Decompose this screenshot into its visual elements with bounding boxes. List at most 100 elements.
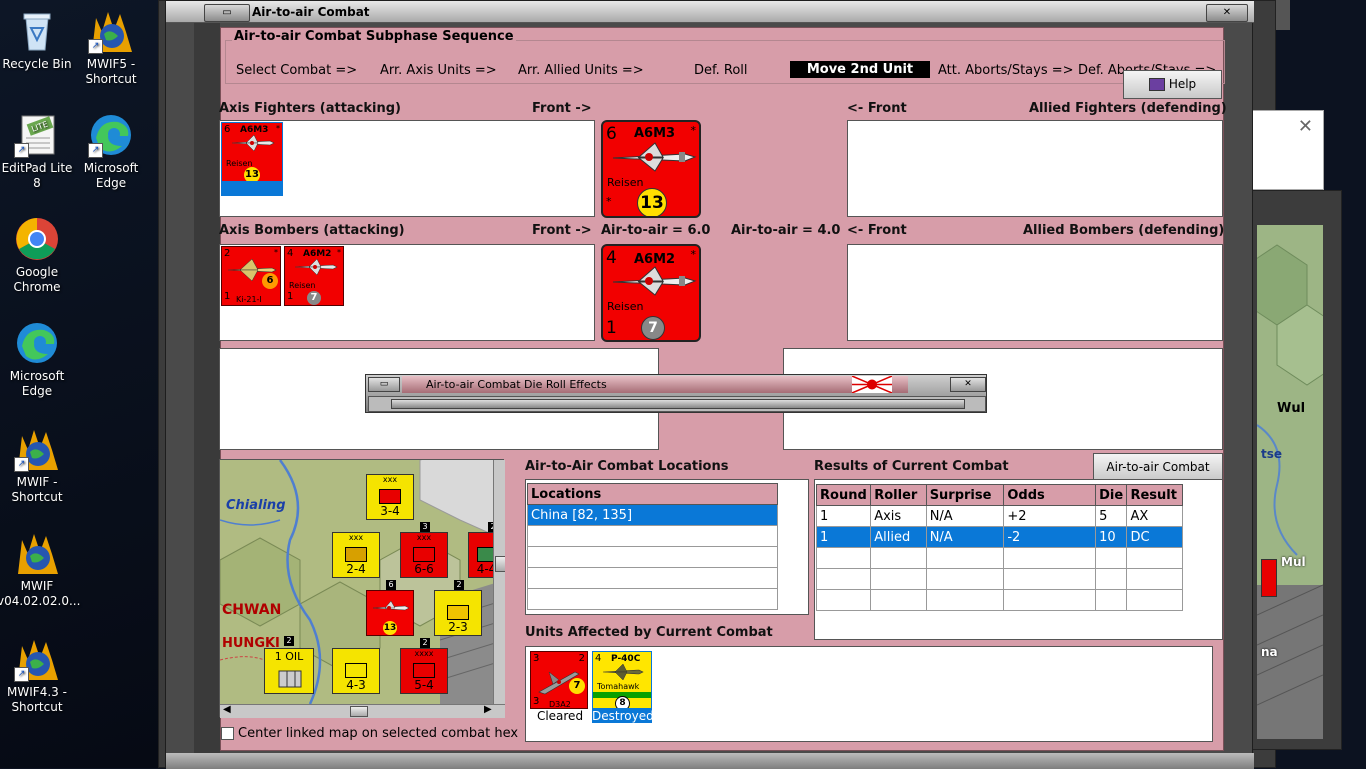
shortcut-arrow-icon: ↗ [14, 667, 29, 682]
scroll-left-icon[interactable]: ◀ [223, 704, 231, 715]
dialog-close-button[interactable]: ✕ [950, 377, 986, 392]
unit-symbol-icon [413, 547, 435, 562]
unit-symbol-icon [447, 605, 469, 620]
desktop-icon-mwif[interactable]: ↗ MWIF - Shortcut [0, 426, 77, 505]
unit-counter-a6m3-large[interactable]: 6 A6M3 * Reisen * 13 [601, 120, 701, 218]
axis-bombers-box[interactable]: 2 * 6 1 Ki-21-I 4 A6M2 * Reisen 1 7 [219, 244, 595, 341]
map-vertical-scrollbar[interactable] [493, 460, 505, 704]
air-to-air-combat-window: ▭ Air-to-air Combat ✕ Air-to-air Combat … [165, 0, 1254, 769]
close-icon[interactable]: ✕ [1298, 116, 1313, 137]
phase-arrange-axis: Arr. Axis Units => [380, 63, 497, 78]
allied-fighters-box[interactable] [847, 120, 1223, 217]
desktop-icon-edge-2[interactable]: Microsoft Edge [0, 320, 77, 399]
axis-air-to-air-value: Air-to-air = 6.0 [601, 223, 711, 238]
allied-bombers-label: Allied Bombers (defending) [1023, 223, 1225, 238]
desktop-icon-editpad[interactable]: LITE ↗ EditPad Lite 8 [0, 112, 77, 191]
desktop-icon-mwif43[interactable]: ↗ MWIF4.3 - Shortcut [0, 636, 77, 715]
background-map: Wul tse Mul na [1257, 225, 1323, 739]
affected-unit-p40c[interactable]: 4 P-40C Tomahawk 8 [592, 651, 652, 709]
desktop: Recycle Bin ↗ MWIF5 - Shortcut LITE ↗ Ed… [0, 0, 160, 768]
map-unit[interactable]: xxx 3-4 [366, 474, 414, 520]
desktop-icon-chrome[interactable]: Google Chrome [0, 216, 77, 295]
map-horizontal-scrollbar[interactable]: ◀ ▶ [220, 704, 505, 718]
map-vscroll-thumb[interactable] [495, 556, 505, 572]
desktop-icon-mwif5[interactable]: ↗ MWIF5 - Shortcut [71, 8, 151, 87]
unit-counter-a6m2-small[interactable]: 4 A6M2 * Reisen 1 7 [284, 246, 344, 306]
selected-unit-highlight [221, 182, 283, 196]
allied-fighters-label: Allied Fighters (defending) [1029, 101, 1227, 116]
window-titlebar[interactable]: ▭ Air-to-air Combat ✕ [166, 1, 1254, 23]
results-table: Round Roller Surprise Odds Die Result 1A… [815, 484, 1183, 611]
window-title: Air-to-air Combat [252, 5, 370, 19]
desktop-icon-mwif-v040202[interactable]: MWIF v04.02.02.0... [0, 530, 80, 609]
center-map-checkbox-label[interactable]: Center linked map on selected combat hex [238, 726, 518, 741]
location-row[interactable]: China [82, 135] [527, 504, 778, 526]
table-row[interactable]: 1 Axis N/A +2 5 AX [815, 505, 1183, 527]
results-table-panel[interactable]: Round Roller Surprise Odds Die Result 1A… [814, 479, 1223, 640]
affected-unit-d3a2[interactable]: 3 2 7 3 D3A2 [530, 651, 588, 709]
fighter-plane-icon [602, 664, 644, 680]
map-hscroll-thumb[interactable] [350, 706, 368, 717]
allied-air-to-air-value: Air-to-air = 4.0 [731, 223, 841, 238]
fighter-plane-icon [294, 259, 338, 275]
unit-counter-a6m2-large[interactable]: 4 A6M2 * Reisen 1 7 [601, 244, 701, 342]
locations-title: Air-to-Air Combat Locations [525, 459, 729, 474]
results-col-odds: Odds [1003, 484, 1097, 506]
map-unit[interactable]: xxx 6-6 [400, 532, 448, 578]
linked-map[interactable]: Chialing CHWAN HUNGKI xxx 3-4 xxx 2-4 xx… [220, 460, 505, 704]
window-close-button[interactable]: ✕ [1206, 4, 1248, 22]
map-unit[interactable]: xxxx 5-4 [400, 648, 448, 694]
scroll-right-icon[interactable]: ▶ [484, 704, 492, 715]
dialog-titlebar[interactable]: Air-to-air Combat Die Roll Effects [402, 376, 908, 393]
phase-att-aborts: Att. Aborts/Stays => [938, 63, 1074, 78]
dialog-menu-button[interactable]: ▭ [368, 377, 400, 392]
unit-status-cleared: Cleared [536, 709, 584, 723]
map-unit[interactable]: 4-3 [332, 648, 380, 694]
axis-bombers-front-label: Front -> [532, 223, 592, 238]
dialog-scroll-thumb[interactable] [391, 399, 965, 409]
locations-list[interactable]: Locations China [82, 135] [525, 479, 809, 615]
units-affected-box[interactable]: 3 2 7 3 D3A2 Cleared 4 P-40C Tomahawk 8 … [525, 646, 1213, 742]
table-row[interactable]: 1 Allied N/A -2 10 DC [815, 526, 1183, 548]
results-title: Results of Current Combat [814, 459, 1009, 474]
map-combat-counter[interactable]: 13 [366, 590, 414, 636]
window-menu-button[interactable]: ▭ [204, 4, 250, 22]
allied-bombers-box[interactable] [847, 244, 1223, 341]
axis-fighters-box[interactable]: 6 A6M3 * Reisen 13 [219, 120, 595, 217]
desktop-icon-edge[interactable]: ↗ Microsoft Edge [71, 112, 151, 191]
location-row[interactable] [527, 588, 778, 610]
results-col-surprise: Surprise [925, 484, 1005, 506]
mwif-globe-icon: ↗ [88, 8, 134, 54]
location-row[interactable] [527, 525, 778, 547]
table-row[interactable] [815, 568, 1183, 590]
table-row[interactable] [815, 547, 1183, 569]
map-oil-resource[interactable]: 1 OIL [264, 648, 314, 694]
unit-counter-ki21[interactable]: 2 * 6 1 Ki-21-I [221, 246, 281, 306]
location-row[interactable] [527, 546, 778, 568]
map-unit[interactable]: xxx 2-4 [332, 532, 380, 578]
linked-map-panel[interactable]: Chialing CHWAN HUNGKI xxx 3-4 xxx 2-4 xx… [219, 459, 505, 718]
desktop-icon-recycle-bin[interactable]: Recycle Bin [0, 8, 77, 72]
air-to-air-combat-chart-button[interactable]: Air-to-air Combat Chart [1093, 453, 1223, 500]
shortcut-arrow-icon: ↗ [14, 457, 29, 472]
die-roll-effects-dialog[interactable]: ▭ Air-to-air Combat Die Roll Effects ✕ [365, 374, 987, 413]
unit-symbol-icon [413, 663, 435, 678]
center-map-checkbox[interactable] [221, 727, 234, 740]
unit-status-destroyed: Destroyed [592, 709, 654, 723]
phase-move-2nd-unit: Move 2nd Unit [790, 61, 930, 78]
shortcut-arrow-icon: ↗ [14, 143, 29, 158]
results-col-result: Result [1126, 484, 1183, 506]
window-left-frame [194, 23, 220, 769]
mwif-globe-icon: ↗ [14, 426, 60, 472]
unit-counter-a6m3-small[interactable]: 6 A6M3 * Reisen 13 [221, 122, 283, 182]
map-unit[interactable]: 2-3 [434, 590, 482, 636]
shortcut-arrow-icon: ↗ [88, 39, 103, 54]
editpad-icon: LITE ↗ [14, 112, 60, 158]
mwif-globe-icon: ↗ [14, 636, 60, 682]
oil-barrels-icon [278, 670, 302, 688]
location-row[interactable] [527, 567, 778, 589]
table-row[interactable] [815, 589, 1183, 611]
help-button[interactable]: Help [1123, 70, 1222, 99]
dialog-scrollbar[interactable] [368, 396, 986, 412]
help-book-icon [1148, 78, 1165, 91]
